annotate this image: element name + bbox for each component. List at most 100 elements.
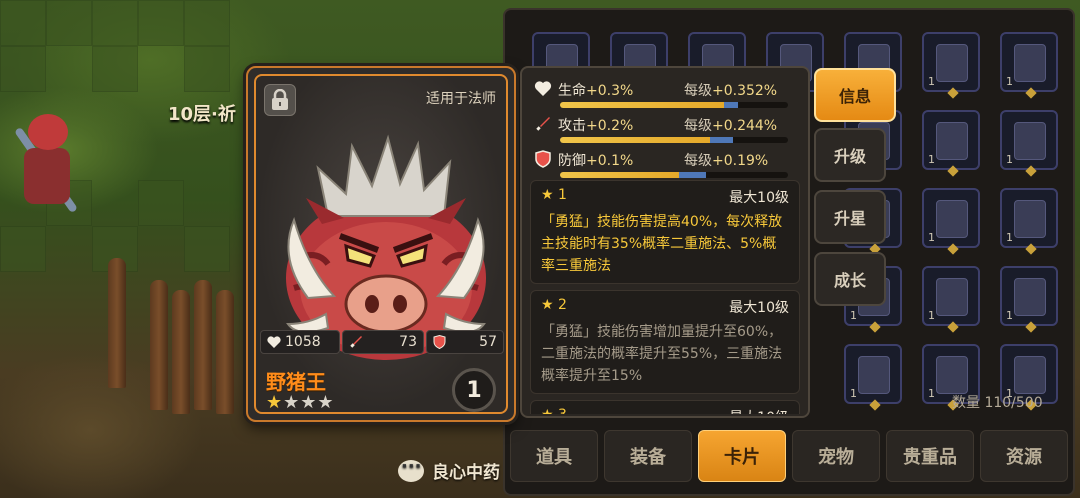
- slot-count: 1: [928, 309, 935, 322]
- per-level-bonus: 每级+0.244%: [684, 118, 778, 134]
- heart-icon: [534, 81, 552, 96]
- star-icon: ★: [266, 392, 284, 413]
- diamond-icon: [1025, 243, 1037, 255]
- slot-count: 1: [928, 387, 935, 400]
- inventory-slot[interactable]: 1: [1000, 188, 1058, 255]
- chat-text: 良心中药: [432, 463, 500, 483]
- diamond-icon: [869, 321, 881, 333]
- side-tab-0[interactable]: 信息: [814, 68, 896, 122]
- inventory-tab-4[interactable]: 贵重品: [886, 430, 974, 482]
- slot-count: 1: [1006, 153, 1013, 166]
- card-level-badge: 1: [452, 368, 496, 412]
- def-value: 57: [479, 334, 497, 350]
- inventory-tab-0[interactable]: 道具: [510, 430, 598, 482]
- skill-entry: ★ 3 最大10级: [530, 400, 800, 414]
- skill-header: ★ 3 最大10级: [541, 407, 789, 414]
- sword-icon: [350, 336, 362, 348]
- card-stat-chips: 1058 73 57: [260, 330, 504, 354]
- stat-label: 防御+0.1%: [558, 153, 634, 169]
- lock-icon: [272, 89, 288, 110]
- stat-progress-fill: [560, 102, 725, 108]
- side-tab-2[interactable]: 升星: [814, 190, 886, 244]
- inventory-tab-5[interactable]: 资源: [980, 430, 1068, 482]
- stat-next-fill: [724, 102, 738, 108]
- fence-post: [108, 258, 126, 388]
- skill-entry: ★ 2 最大10级「勇猛」技能伤害增加量提升至60%，二重施法的概率提升至55%，…: [530, 290, 800, 394]
- card-frame: 适用于法师 1058 73 57 野猪王 ★★★★ 1: [254, 74, 508, 414]
- side-tab-3[interactable]: 成长: [814, 252, 886, 306]
- stat-progress-bar: [560, 102, 788, 108]
- stat-next-fill: [678, 172, 706, 178]
- skill-description: 「勇猛」技能伤害增加量提升至60%，二重施法的概率提升至55%，三重施法概率提升…: [541, 324, 783, 384]
- chat-bar[interactable]: 良心中药: [398, 456, 500, 483]
- skill-max-level: 最大10级: [729, 190, 789, 206]
- slot-count: 1: [1006, 309, 1013, 322]
- card-name: 野猪王: [266, 370, 326, 394]
- side-tab-1[interactable]: 升级: [814, 128, 886, 182]
- stat-row: 攻击+0.2% 每级+0.244%: [534, 113, 798, 147]
- skill-list[interactable]: ★ 1 最大10级「勇猛」技能伤害提高40%，每次释放主技能时有35%概率二重施法…: [530, 180, 800, 414]
- inventory-slot[interactable]: 1: [844, 344, 902, 411]
- player-character[interactable]: [12, 108, 82, 218]
- fence-post: [172, 290, 190, 414]
- chat-bubble-icon: [398, 456, 424, 482]
- lock-button[interactable]: [264, 84, 296, 116]
- fence-post: [150, 280, 168, 410]
- slot-count: 1: [928, 231, 935, 244]
- shield-icon: [535, 150, 551, 168]
- diamond-icon: [947, 87, 959, 99]
- stat-label: 生命+0.3%: [558, 83, 634, 99]
- heart-icon: [267, 335, 281, 348]
- shield-icon: [433, 335, 446, 349]
- fence-post: [194, 280, 212, 410]
- fence-post: [216, 290, 234, 414]
- sword-icon: [536, 117, 550, 131]
- inventory-tab-3[interactable]: 宠物: [792, 430, 880, 482]
- def-chip: 57: [426, 330, 504, 354]
- skill-header: ★ 1 最大10级: [541, 187, 789, 207]
- class-restriction: 适用于法师: [426, 91, 496, 107]
- diamond-icon: [947, 243, 959, 255]
- inventory-slot[interactable]: 1: [1000, 32, 1058, 99]
- skill-header: ★ 2 最大10级: [541, 297, 789, 317]
- star-icon: ★: [300, 392, 318, 413]
- star-rating: ★★★★: [266, 392, 335, 413]
- skill-max-level: 最大10级: [729, 300, 789, 316]
- slot-count: 1: [1006, 75, 1013, 88]
- slot-count: 1: [1006, 231, 1013, 244]
- hp-chip: 1058: [260, 330, 340, 354]
- stat-row: 生命+0.3% 每级+0.352%: [534, 78, 798, 112]
- diamond-icon: [1025, 321, 1037, 333]
- card-detail-panel: 生命+0.3% 每级+0.352% 攻击+0.2% 每级+0.244% 防御+0.1% 每…: [520, 66, 810, 418]
- stat-next-fill: [710, 137, 734, 143]
- per-level-bonus: 每级+0.19%: [684, 153, 769, 169]
- slot-count: 1: [850, 309, 857, 322]
- stat-progress-bar: [560, 172, 788, 178]
- inventory-tab-1[interactable]: 装备: [604, 430, 692, 482]
- slot-count: 1: [928, 153, 935, 166]
- skill-description: 「勇猛」技能伤害提高40%，每次释放主技能时有35%概率二重施法、5%概率三重施…: [541, 214, 783, 274]
- skill-star-level: ★ 2: [541, 297, 567, 313]
- inventory-slot[interactable]: 1: [1000, 110, 1058, 177]
- inventory-slot[interactable]: 1: [922, 188, 980, 255]
- inventory-slot[interactable]: 1: [1000, 266, 1058, 333]
- slot-count: 1: [928, 75, 935, 88]
- skill-max-level: 最大10级: [729, 407, 789, 414]
- diamond-icon: [947, 165, 959, 177]
- diamond-icon: [869, 399, 881, 411]
- stat-progress-fill: [560, 172, 679, 178]
- inventory-slot[interactable]: 1: [922, 266, 980, 333]
- inventory-tab-2[interactable]: 卡片: [698, 430, 786, 482]
- inventory-slot[interactable]: 1: [922, 32, 980, 99]
- diamond-icon: [1025, 87, 1037, 99]
- inventory-slot[interactable]: 1: [922, 110, 980, 177]
- card-panel: 适用于法师 1058 73 57 野猪王 ★★★★ 1: [246, 66, 516, 422]
- skill-entry: ★ 1 最大10级「勇猛」技能伤害提高40%，每次释放主技能时有35%概率二重施法…: [530, 180, 800, 284]
- inventory-tabs: 道具 装备 卡片 宠物 贵重品 资源: [510, 430, 1068, 484]
- diamond-icon: [947, 321, 959, 333]
- inventory-count: 数量 110/500: [952, 395, 1043, 411]
- stat-progress-fill: [560, 137, 711, 143]
- atk-value: 73: [399, 334, 417, 350]
- atk-chip: 73: [342, 330, 424, 354]
- stat-label: 攻击+0.2%: [558, 118, 634, 134]
